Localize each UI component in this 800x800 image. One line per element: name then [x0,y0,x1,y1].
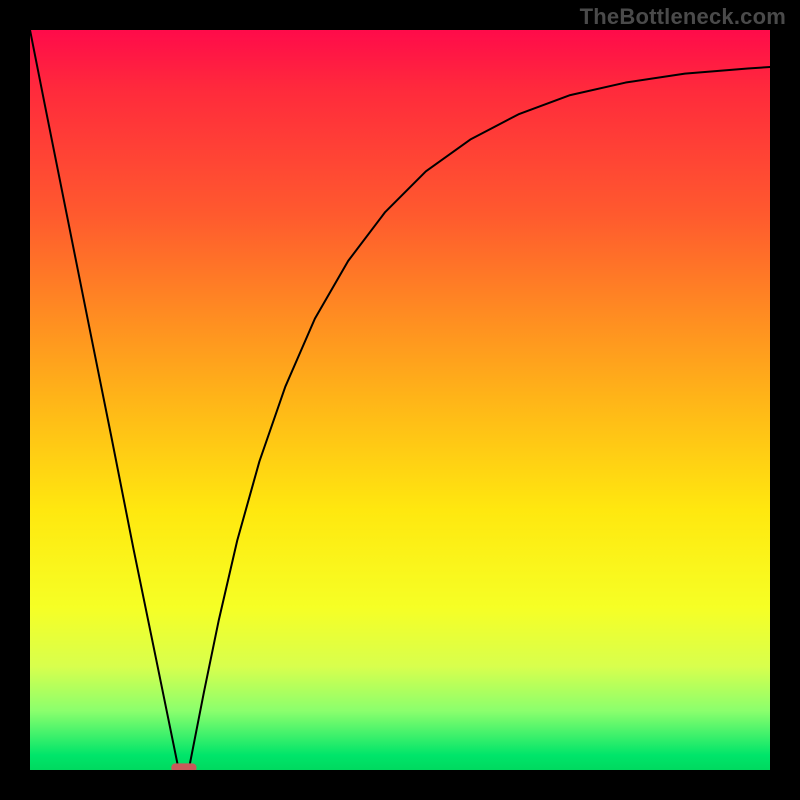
min-marker [171,763,196,770]
chart-svg [30,30,770,770]
chart-frame: TheBottleneck.com [0,0,800,800]
watermark-text: TheBottleneck.com [580,4,786,30]
curve-right-branch [190,67,770,764]
plot-area [30,30,770,770]
curve-left-branch [30,30,178,766]
